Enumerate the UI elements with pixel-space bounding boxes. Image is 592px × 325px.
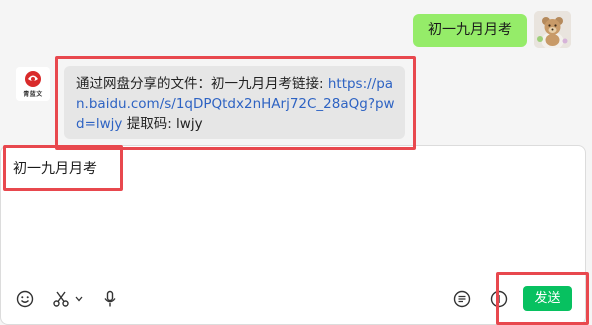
more-icon[interactable] [489,289,509,309]
outgoing-message-text: 初一九月月考 [428,22,512,38]
self-avatar[interactable] [534,11,571,48]
chat-history-icon[interactable] [452,289,472,309]
microphone-icon[interactable] [100,289,120,309]
incoming-message-bubble[interactable]: 通过网盘分享的文件：初一九月月考链接: https://pan.baidu.co… [64,66,405,139]
scissors-icon[interactable] [51,289,71,309]
chevron-down-icon[interactable] [74,292,84,306]
composer-input-text[interactable]: 初一九月月考 [13,158,97,178]
contact-avatar[interactable]: 青蓝文 [16,67,50,101]
teddy-bear-avatar-image [534,11,571,48]
incoming-message-suffix: 提取码: lwjy [122,116,203,132]
incoming-message-prefix: 通过网盘分享的文件：初一九月月考链接: [76,76,328,92]
emoji-icon[interactable] [15,289,35,309]
outgoing-message-bubble[interactable]: 初一九月月考 [413,14,527,47]
send-button[interactable]: 发送 [523,286,572,311]
brand-logo-text: 青蓝文 [23,91,43,98]
chat-window: 初一九月月考 青蓝文 通过网盘分享的文件：初一九月月考链接: https://p… [0,0,592,325]
